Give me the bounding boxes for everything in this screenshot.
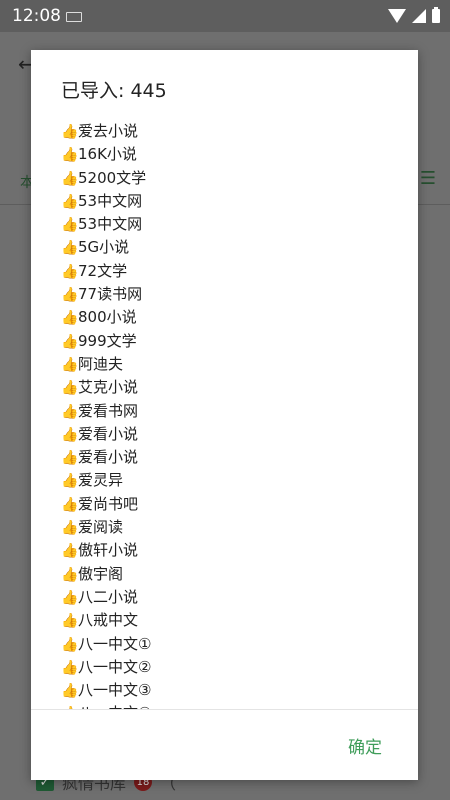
list-item: 👍800小说	[61, 306, 391, 329]
dialog-title: 已导入: 445	[61, 80, 167, 102]
thumbs-up-icon: 👍	[61, 240, 79, 257]
list-item: 👍999文学	[61, 330, 391, 353]
list-item: 👍八一中文③	[61, 679, 391, 702]
thumbs-up-icon: 👍	[61, 403, 79, 420]
thumbs-up-icon: 👍	[61, 333, 79, 350]
thumbs-up-icon: 👍	[61, 659, 79, 676]
status-time: 12:08	[12, 6, 61, 26]
keyboard-icon	[66, 12, 82, 22]
list-item: 👍八一中文①	[61, 633, 391, 656]
thumbs-up-icon: 👍	[61, 263, 79, 280]
thumbs-up-icon: 👍	[61, 473, 79, 490]
thumbs-up-icon: 👍	[61, 217, 79, 234]
list-item-label: 72文学	[78, 261, 128, 280]
imported-source-list[interactable]: 👍爱去小说 👍16K小说 👍5200文学 👍53中文网 👍53中文网 👍5G小说 👍72文学…	[61, 120, 391, 710]
list-item-label: 爱尚书吧	[78, 494, 139, 513]
list-item: 👍八一中文②	[61, 656, 391, 679]
thumbs-up-icon: 👍	[61, 543, 79, 560]
list-item-label: 53中文网	[78, 191, 143, 210]
import-result-dialog: 已导入: 445 👍爱去小说 👍16K小说 👍5200文学 👍53中文网 👍53中文网 👍…	[31, 50, 418, 780]
list-item-label: 八一中文①	[78, 634, 152, 653]
list-item-label: 53中文网	[78, 215, 143, 234]
menu-icon: ☰	[419, 168, 436, 189]
thumbs-up-icon: 👍	[61, 496, 79, 513]
list-item-label: 八戒中文	[78, 611, 139, 630]
list-item-label: 傲宇阁	[78, 564, 124, 583]
list-item-label: 八一中文③	[78, 681, 152, 700]
list-item-label: 爱去小说	[78, 122, 139, 140]
thumbs-up-icon: 👍	[61, 589, 79, 606]
signal-icon	[412, 9, 426, 23]
thumbs-up-icon: 👍	[61, 613, 79, 630]
list-item-label: 八一中文②	[78, 657, 152, 676]
list-item-label: 5200文学	[78, 168, 147, 187]
list-item: 👍傲宇阁	[61, 563, 391, 586]
list-item-label: 八二小说	[78, 587, 139, 606]
list-item: 👍爱看小说	[61, 423, 391, 446]
thumbs-up-icon: 👍	[61, 170, 79, 187]
list-item-label: 阿迪夫	[78, 354, 124, 373]
thumbs-up-icon: 👍	[61, 310, 79, 327]
list-item: 👍阿迪夫	[61, 353, 391, 376]
dialog-divider	[31, 709, 418, 710]
list-item: 👍爱去小说	[61, 120, 391, 143]
status-bar: 12:08	[0, 0, 450, 32]
list-item: 👍53中文网	[61, 190, 391, 213]
confirm-button[interactable]: 确定	[348, 733, 382, 758]
thumbs-up-icon: 👍	[61, 426, 79, 443]
thumbs-up-icon: 👍	[61, 520, 79, 537]
thumbs-up-icon: 👍	[61, 193, 79, 210]
thumbs-up-icon: 👍	[61, 636, 79, 653]
wifi-icon	[388, 9, 406, 23]
list-item-label: 800小说	[78, 308, 137, 327]
list-item: 👍72文学	[61, 260, 391, 283]
list-item: 👍5200文学	[61, 167, 391, 190]
list-item-label: 999文学	[78, 331, 137, 350]
list-item: 👍艾克小说	[61, 376, 391, 399]
thumbs-up-icon: 👍	[61, 124, 79, 140]
list-item: 👍16K小说	[61, 143, 391, 166]
list-item-label: 5G小说	[78, 238, 130, 257]
list-item-label: 爱看小说	[78, 424, 139, 443]
list-item: 👍傲轩小说	[61, 539, 391, 562]
list-item: 👍爱灵异	[61, 469, 391, 492]
list-item: 👍5G小说	[61, 236, 391, 259]
battery-icon	[432, 7, 440, 23]
status-icons	[388, 7, 440, 25]
list-item-label: 16K小说	[78, 145, 137, 164]
list-item-label: 爱看小说	[78, 448, 139, 467]
list-item: 👍爱看小说	[61, 446, 391, 469]
list-item-label: 爱灵异	[78, 471, 124, 490]
list-item: 👍八戒中文	[61, 609, 391, 632]
list-item-label: 艾克小说	[78, 378, 139, 397]
list-item-label: 爱看书网	[78, 401, 139, 420]
list-item: 👍77读书网	[61, 283, 391, 306]
list-item: 👍爱阅读	[61, 516, 391, 539]
thumbs-up-icon: 👍	[61, 380, 79, 397]
list-item-label: 77读书网	[78, 285, 143, 304]
list-item: 👍爱尚书吧	[61, 493, 391, 516]
thumbs-up-icon: 👍	[61, 450, 79, 467]
thumbs-up-icon: 👍	[61, 287, 79, 304]
list-item-label: 爱阅读	[78, 518, 124, 537]
list-item: 👍53中文网	[61, 213, 391, 236]
list-item: 👍爱看书网	[61, 400, 391, 423]
thumbs-up-icon: 👍	[61, 356, 79, 373]
list-item-label: 傲轩小说	[78, 541, 139, 560]
list-item: 👍八二小说	[61, 586, 391, 609]
thumbs-up-icon: 👍	[61, 147, 79, 164]
thumbs-up-icon: 👍	[61, 566, 79, 583]
thumbs-up-icon: 👍	[61, 683, 79, 700]
